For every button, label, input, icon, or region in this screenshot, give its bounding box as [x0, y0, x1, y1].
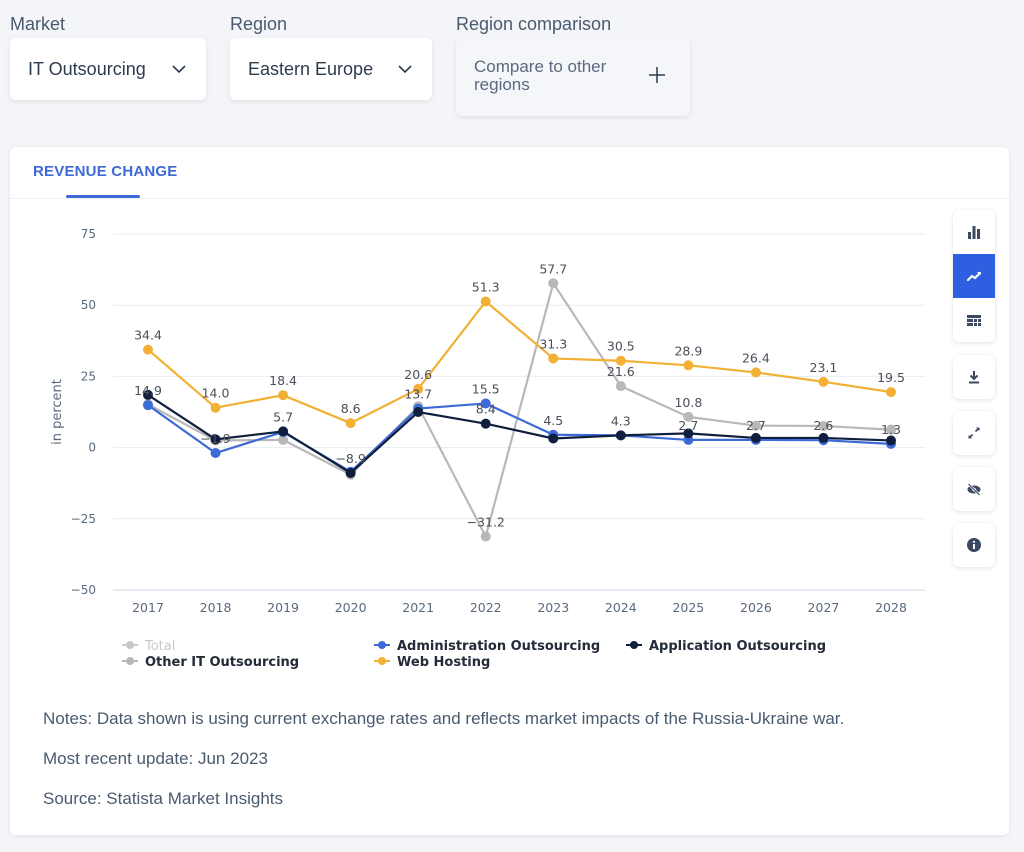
data-label: 14.9 — [134, 383, 162, 398]
y-tick-label: −50 — [71, 583, 96, 597]
legend-label: Administration Outsourcing — [397, 639, 600, 654]
data-label: 26.4 — [742, 350, 770, 365]
data-point — [210, 402, 221, 413]
data-label: 57.7 — [539, 261, 567, 276]
data-label: 51.3 — [472, 279, 500, 294]
x-tick-label: 2025 — [672, 600, 704, 615]
x-tick-label: 2028 — [875, 600, 907, 615]
data-point — [413, 407, 424, 417]
data-label: 15.5 — [472, 381, 500, 396]
data-label: 14.0 — [202, 386, 230, 401]
y-axis-label: in percent — [50, 379, 65, 445]
data-point — [480, 531, 491, 542]
x-tick-label: 2019 — [267, 600, 299, 615]
data-point — [278, 426, 289, 437]
x-tick-label: 2022 — [470, 600, 502, 615]
x-tick-label: 2021 — [402, 600, 434, 615]
data-point — [345, 467, 356, 478]
y-tick-label: 75 — [81, 227, 96, 241]
data-label: −1.9 — [200, 431, 230, 446]
data-point — [548, 433, 559, 444]
data-point — [548, 278, 559, 289]
legend-item[interactable]: Administration Outsourcing — [374, 639, 600, 654]
data-label: 5.7 — [273, 409, 293, 424]
data-label: 28.9 — [674, 343, 702, 358]
data-point — [548, 353, 559, 364]
data-point — [818, 432, 829, 443]
series-line — [147, 299, 892, 425]
legend-label: Web Hosting — [397, 655, 490, 670]
data-label: 13.7 — [404, 387, 432, 402]
legend-item[interactable]: Other IT Outsourcing — [122, 655, 299, 670]
data-point — [480, 418, 491, 429]
data-label: 31.3 — [539, 336, 567, 351]
data-label: 8.4 — [476, 402, 496, 417]
x-tick-label: 2026 — [740, 600, 772, 615]
legend-label: Application Outsourcing — [649, 639, 826, 654]
x-tick-label: 2017 — [132, 600, 164, 615]
data-point — [615, 381, 626, 392]
legend-item[interactable]: Web Hosting — [374, 655, 490, 670]
data-label: 10.8 — [674, 395, 702, 410]
x-tick-label: 2020 — [335, 600, 367, 615]
data-point — [683, 360, 694, 371]
data-label: 30.5 — [607, 339, 635, 354]
legend-marker — [126, 641, 134, 649]
data-point — [615, 430, 626, 441]
legend-marker — [630, 641, 638, 649]
data-label: 1.3 — [881, 422, 901, 437]
y-tick-label: 0 — [88, 441, 96, 455]
legend-label: Total — [144, 639, 175, 654]
legend-label: Other IT Outsourcing — [145, 655, 299, 670]
data-point — [345, 418, 356, 429]
legend-marker — [378, 641, 386, 649]
data-label: 8.6 — [341, 401, 361, 416]
legend-marker — [126, 657, 134, 665]
y-tick-label: 25 — [81, 369, 96, 383]
data-point — [210, 448, 221, 459]
data-point — [143, 344, 153, 355]
data-label: 2.7 — [746, 418, 766, 433]
data-point — [886, 387, 896, 398]
data-label: 34.4 — [134, 328, 162, 343]
data-label: 20.6 — [404, 367, 432, 382]
data-point — [143, 400, 153, 411]
x-tick-label: 2018 — [200, 600, 232, 615]
y-tick-label: −25 — [71, 512, 96, 526]
data-label: 21.6 — [607, 364, 635, 379]
x-tick-label: 2023 — [537, 600, 569, 615]
x-tick-label: 2024 — [605, 600, 637, 615]
data-point — [886, 435, 896, 446]
y-tick-label: 50 — [81, 298, 96, 312]
data-point — [818, 376, 829, 387]
data-point — [278, 390, 289, 401]
legend-item[interactable]: Total — [122, 639, 175, 654]
data-point — [750, 367, 761, 378]
data-label: 2.6 — [814, 418, 834, 433]
data-label: 2.7 — [678, 418, 698, 433]
series-line — [147, 280, 892, 540]
data-point — [750, 432, 761, 443]
data-label: 23.1 — [810, 360, 838, 375]
legend-item[interactable]: Application Outsourcing — [626, 639, 826, 654]
data-point — [480, 296, 491, 307]
x-tick-label: 2027 — [808, 600, 840, 615]
data-label: −8.9 — [335, 451, 365, 466]
data-label: −31.2 — [467, 514, 505, 529]
data-label: 18.4 — [269, 373, 297, 388]
revenue-change-chart: 75 50 25 0 −25 −50 in percent 2017 2018 2019 2020 2… — [50, 227, 925, 670]
legend-marker — [378, 657, 386, 665]
data-label: 19.5 — [877, 370, 905, 385]
data-label: 4.3 — [611, 413, 631, 428]
data-label: 4.5 — [543, 413, 563, 428]
